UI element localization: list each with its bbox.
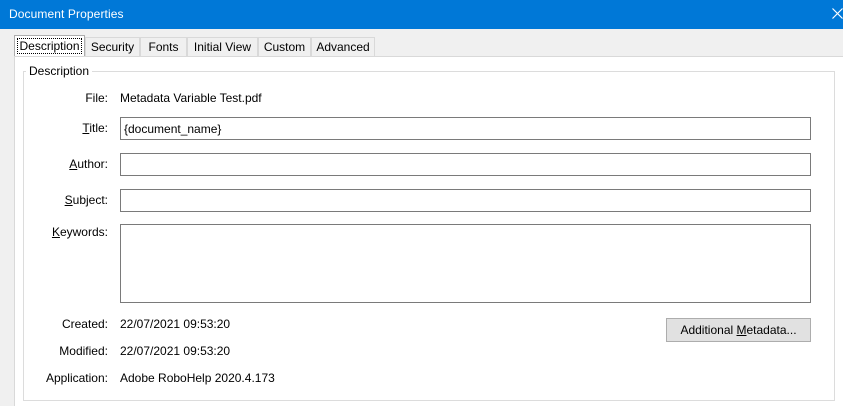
author-label: Author: <box>14 157 108 171</box>
tab-security-label: Security <box>90 40 135 54</box>
keywords-field[interactable] <box>120 224 811 303</box>
keywords-label: Keywords: <box>14 225 108 239</box>
window-title: Document Properties <box>9 7 124 21</box>
application-label: Application: <box>45 371 108 385</box>
title-bar: Document Properties <box>0 0 843 29</box>
subject-field[interactable] <box>120 189 811 212</box>
tab-description-label: Description <box>17 38 82 54</box>
close-button[interactable] <box>823 0 843 29</box>
tab-fonts[interactable]: Fonts <box>140 37 187 56</box>
author-label-rest: uthor: <box>77 157 108 171</box>
tab-custom-label: Custom <box>263 40 306 54</box>
subject-label: Subject: <box>14 193 108 207</box>
additional-metadata-label-post: etadata... <box>746 323 797 337</box>
tab-fonts-label: Fonts <box>148 40 179 54</box>
subject-label-accesskey: S <box>64 193 73 207</box>
close-icon <box>832 8 843 19</box>
author-field[interactable] <box>120 153 811 176</box>
tab-advanced-label: Advanced <box>316 40 370 54</box>
modified-label: Modified: <box>59 344 108 358</box>
tab-custom[interactable]: Custom <box>258 37 311 56</box>
tab-initial-view[interactable]: Initial View <box>187 37 258 56</box>
tab-description[interactable]: Description <box>14 35 85 57</box>
modified-value: 22/07/2021 09:53:20 <box>120 344 231 358</box>
application-value: Adobe RoboHelp 2020.4.173 <box>120 371 275 385</box>
subject-label-rest: ubject: <box>72 193 108 207</box>
file-value: Metadata Variable Test.pdf <box>120 91 262 105</box>
file-label: File: <box>85 91 108 105</box>
title-label: Title: <box>14 121 108 135</box>
tab-security[interactable]: Security <box>85 37 140 56</box>
keywords-label-accesskey: K <box>51 225 60 239</box>
description-group-title: Description <box>26 64 93 78</box>
additional-metadata-label-pre: Additional <box>680 323 737 337</box>
additional-metadata-accesskey: M <box>736 323 747 337</box>
tab-initial-view-label: Initial View <box>193 40 252 54</box>
created-label: Created: <box>61 317 108 331</box>
title-field[interactable] <box>120 117 811 140</box>
tab-advanced[interactable]: Advanced <box>311 37 375 56</box>
created-value: 22/07/2021 09:53:20 <box>120 317 231 331</box>
additional-metadata-button[interactable]: Additional Metadata... <box>666 318 811 342</box>
keywords-label-rest: eywords: <box>59 225 108 239</box>
title-label-rest: itle: <box>89 121 108 135</box>
